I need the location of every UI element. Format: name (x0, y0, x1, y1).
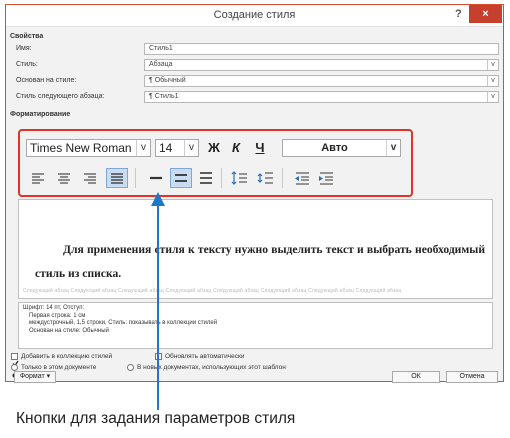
style-type-value: Абзаца (149, 61, 173, 68)
space-after-icon (257, 172, 273, 184)
space-after-button[interactable] (256, 169, 276, 187)
space-before-button[interactable] (230, 169, 250, 187)
toolbar-divider (282, 168, 283, 188)
add-to-gallery-label[interactable]: Добавить в коллекцию стилей (21, 353, 112, 360)
style-type-select[interactable]: Абзаца v (144, 59, 499, 71)
line-spacing-single-button[interactable] (146, 169, 166, 187)
close-button[interactable]: × (469, 5, 502, 23)
decrease-indent-icon (295, 172, 309, 185)
size-select[interactable]: 14 v (155, 139, 199, 157)
description-line: Шрифт: 14 пт, Отступ: (23, 305, 85, 311)
based-on-value: ¶ Обычный (149, 77, 186, 84)
ok-button[interactable]: ОК (392, 371, 440, 383)
next-style-select[interactable]: ¶ Стиль1 v (144, 91, 499, 103)
only-this-document-label[interactable]: Только в этом документе (21, 364, 96, 371)
dialog-title: Создание стиля (213, 9, 296, 21)
based-on-label: Основан на стиле: (16, 77, 77, 84)
next-style-value: ¶ Стиль1 (149, 93, 179, 100)
size-value: 14 (159, 141, 173, 155)
italic-button[interactable]: К (228, 139, 244, 157)
toolbar-divider (135, 168, 136, 188)
align-center-button[interactable] (54, 169, 74, 187)
align-left-icon (32, 173, 44, 184)
decrease-indent-button[interactable] (292, 169, 312, 187)
new-documents-label[interactable]: В новых документах, использующих этот ша… (137, 364, 286, 371)
line-spacing-one-half-button[interactable] (170, 168, 192, 188)
next-style-label: Стиль следующего абзаца: (16, 93, 105, 100)
description-line: Первая строка: 1 см (29, 312, 86, 319)
align-left-button[interactable] (28, 169, 48, 187)
formatting-header: Форматирование (10, 111, 71, 118)
align-justify-icon (111, 173, 123, 184)
caption: Кнопки для задания параметров стиля (16, 410, 296, 427)
preview-next-paragraph: Следующий абзац Следующий абзац Следующи… (23, 288, 402, 294)
color-value: Авто (321, 142, 348, 154)
properties-header: Свойства (10, 33, 44, 40)
bold-button[interactable]: Ж (206, 139, 222, 157)
title-bar: Создание стиля ? × (6, 5, 503, 27)
create-style-dialog: Создание стиля ? × Свойства Имя: Стиль1 … (5, 4, 504, 383)
space-before-icon (231, 171, 247, 185)
align-center-icon (58, 173, 70, 184)
help-button[interactable]: ? (455, 8, 462, 20)
color-select[interactable]: Авто v (282, 139, 401, 157)
cancel-button[interactable]: Отмена (446, 371, 498, 383)
name-label: Имя: (16, 45, 32, 52)
pointer-arrow-line (157, 204, 159, 410)
preview-text: Для применения стиля к тексту нужно выде… (35, 243, 485, 280)
font-value: Times New Roman (30, 141, 132, 155)
justify-button[interactable] (106, 168, 128, 188)
line-spacing-one-half-icon (175, 174, 187, 182)
formatting-toolbar-highlight: Times New Roman v 14 v Ж К Ч Авто v (18, 129, 413, 197)
new-documents-radio[interactable] (127, 364, 134, 371)
figure: Создание стиля ? × Свойства Имя: Стиль1 … (0, 0, 510, 438)
description-line: Основан на стиле: Обычный (29, 327, 109, 334)
increase-indent-icon (319, 172, 333, 185)
based-on-select[interactable]: ¶ Обычный v (144, 75, 499, 87)
name-field[interactable]: Стиль1 (144, 43, 499, 55)
line-spacing-double-icon (200, 172, 212, 184)
align-right-icon (84, 173, 96, 184)
font-select[interactable]: Times New Roman v (26, 139, 151, 157)
align-right-button[interactable] (80, 169, 100, 187)
toolbar-divider (221, 168, 222, 188)
chevron-down-icon[interactable]: v (136, 140, 150, 156)
increase-indent-button[interactable] (316, 169, 336, 187)
chevron-down-icon[interactable]: v (487, 76, 498, 86)
chevron-down-icon[interactable]: v (184, 140, 198, 156)
underline-button[interactable]: Ч (252, 139, 268, 157)
pointer-arrowhead-icon (151, 192, 165, 206)
only-this-document-radio[interactable] (11, 364, 18, 378)
chevron-down-icon[interactable]: v (386, 140, 400, 156)
chevron-down-icon[interactable]: v (487, 60, 498, 70)
line-spacing-double-button[interactable] (196, 169, 216, 187)
line-spacing-single-icon (150, 176, 162, 180)
add-to-gallery-checkbox[interactable] (11, 353, 19, 367)
style-description: Шрифт: 14 пт, Отступ: Первая строка: 1 с… (18, 302, 493, 349)
chevron-down-icon[interactable]: v (487, 92, 498, 102)
description-line: междустрочный, 1,5 строки, Стиль: показы… (29, 320, 218, 326)
format-button[interactable]: Формат ▾ (14, 371, 56, 383)
style-preview: Для применения стиля к тексту нужно выде… (18, 199, 493, 299)
auto-update-label[interactable]: Обновлять автоматически (165, 353, 245, 360)
style-type-label: Стиль: (16, 61, 38, 68)
